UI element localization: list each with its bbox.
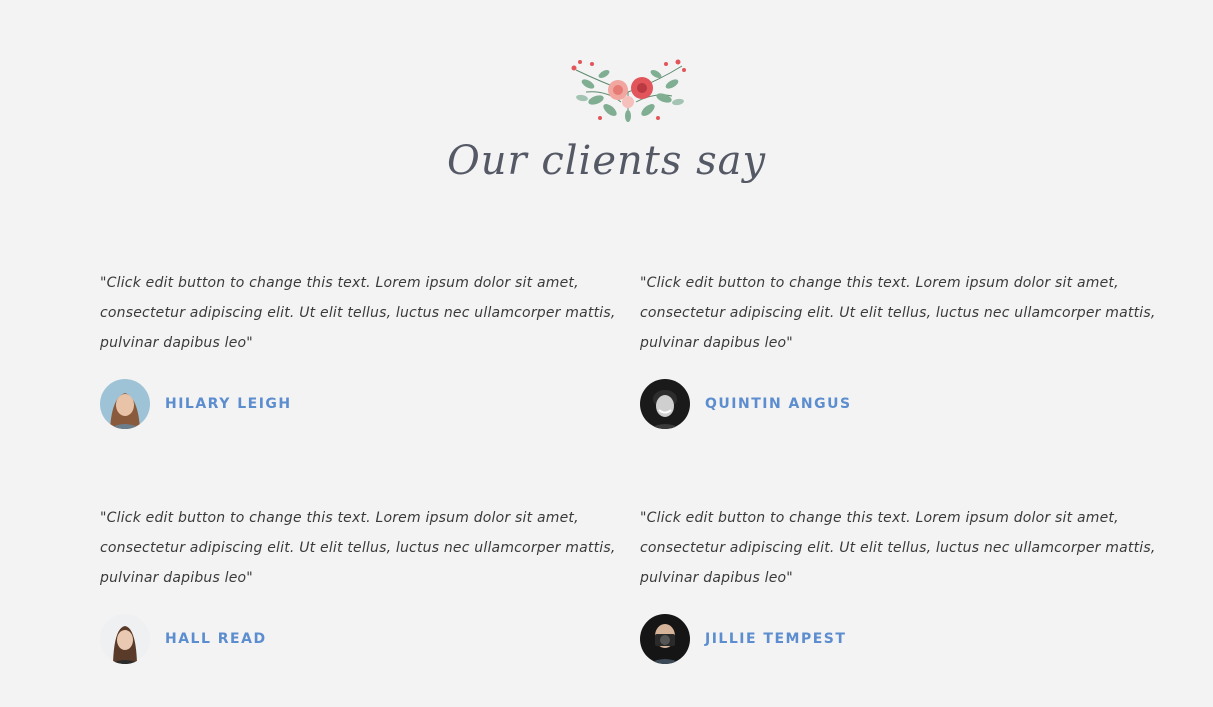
testimonial-quote: "Click edit button to change this text. … bbox=[100, 510, 616, 586]
testimonial-card: "Click edit button to change this text. … bbox=[100, 268, 620, 429]
section-heading: Our clients say bbox=[446, 138, 767, 184]
avatar-woman-icon bbox=[100, 614, 150, 664]
testimonial-card: "Click edit button to change this text. … bbox=[640, 503, 1160, 664]
avatar-woman-icon bbox=[100, 379, 150, 429]
avatar bbox=[640, 614, 690, 664]
testimonial-author: HALL READ bbox=[100, 614, 620, 664]
testimonial-quote: "Click edit button to change this text. … bbox=[640, 510, 1156, 586]
author-name: HILARY LEIGH bbox=[165, 396, 292, 412]
testimonial-quote: "Click edit button to change this text. … bbox=[100, 275, 616, 351]
author-name: HALL READ bbox=[165, 631, 267, 647]
author-name: JILLIE TEMPEST bbox=[705, 631, 847, 647]
testimonial-card: "Click edit button to change this text. … bbox=[100, 503, 620, 664]
testimonial-quote: "Click edit button to change this text. … bbox=[640, 275, 1156, 351]
author-name: QUINTIN ANGUS bbox=[705, 396, 852, 412]
avatar-man-icon bbox=[640, 379, 690, 429]
avatar-photographer-icon bbox=[640, 614, 690, 664]
testimonial-author: QUINTIN ANGUS bbox=[640, 379, 1160, 429]
avatar bbox=[100, 614, 150, 664]
avatar bbox=[100, 379, 150, 429]
testimonial-card: "Click edit button to change this text. … bbox=[640, 268, 1160, 429]
avatar bbox=[640, 379, 690, 429]
floral-ornament-icon bbox=[571, 59, 686, 122]
testimonial-author: HILARY LEIGH bbox=[100, 379, 620, 429]
testimonial-author: JILLIE TEMPEST bbox=[640, 614, 1160, 664]
